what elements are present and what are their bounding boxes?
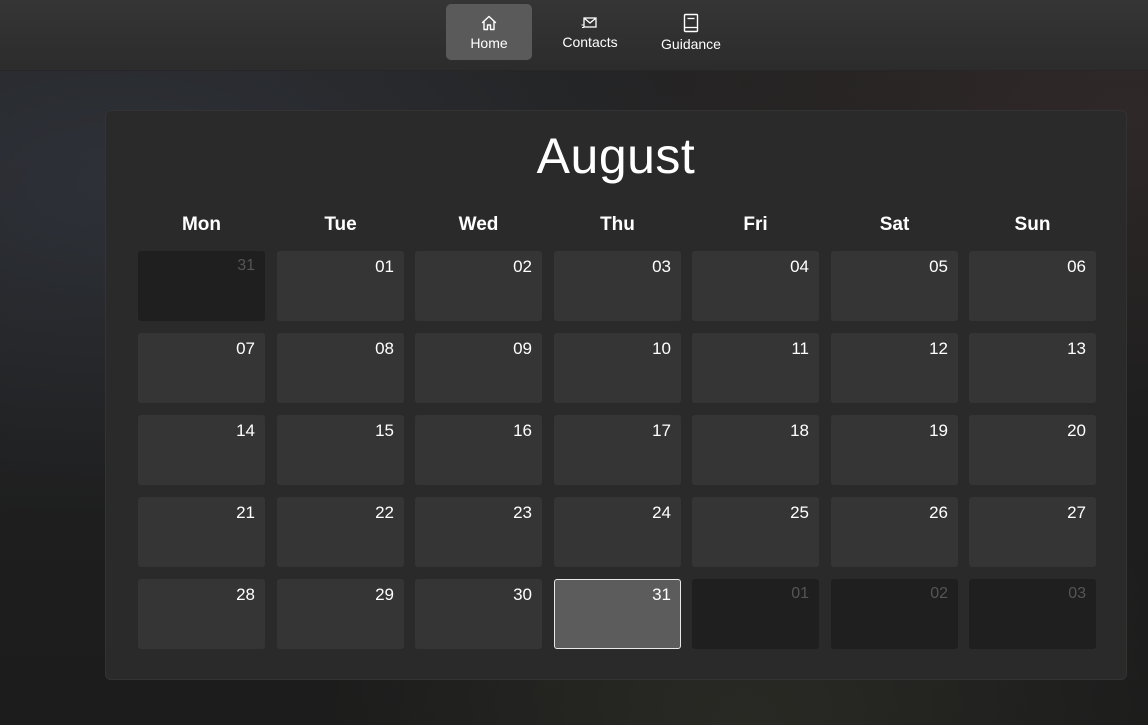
day-number: 03 [1068,585,1086,602]
day-number: 03 [652,257,671,276]
day-cell[interactable]: 28 [138,579,265,649]
weekday-thu: Thu [600,214,635,235]
day-cell[interactable]: 14 [138,415,265,485]
day-cell[interactable]: 02 [415,251,542,321]
day-number: 04 [790,257,809,276]
day-number: 28 [236,585,255,604]
day-number: 31 [237,257,255,274]
weekday-sun: Sun [1014,214,1051,235]
day-cell[interactable]: 27 [969,497,1096,567]
day-cell[interactable]: 19 [831,415,958,485]
day-cell[interactable]: 18 [692,415,819,485]
day-number: 01 [375,257,394,276]
nav-guidance-button[interactable]: Guidance [648,4,734,60]
day-number: 24 [652,503,671,522]
day-number: 21 [236,503,255,522]
day-number: 11 [791,339,809,358]
weekday-fri: Fri [743,214,768,235]
day-cell[interactable]: 20 [969,415,1096,485]
day-number: 02 [513,257,532,276]
day-cell[interactable]: 13 [969,333,1096,403]
day-cell[interactable]: 29 [277,579,404,649]
day-cell[interactable]: 10 [554,333,681,403]
day-number: 08 [375,339,394,358]
day-number: 16 [513,421,532,440]
day-number: 15 [375,421,394,440]
day-number: 26 [929,503,948,522]
nav-home-label: Home [470,34,508,51]
nav-home-button[interactable]: Home [446,4,532,60]
day-number: 30 [513,585,532,604]
day-number: 12 [929,339,948,358]
month-title: August [536,128,696,184]
day-cell-other-month: 03 [969,579,1096,649]
day-number: 17 [652,421,671,440]
day-cell[interactable]: 23 [415,497,542,567]
day-number: 05 [929,257,948,276]
day-cell[interactable]: 11 [692,333,819,403]
day-cell[interactable]: 21 [138,497,265,567]
day-number: 01 [791,585,809,602]
day-number: 06 [1067,257,1086,276]
day-cell-other-month: 01 [692,579,819,649]
weekday-sat: Sat [879,214,910,235]
day-cell[interactable]: 25 [692,497,819,567]
nav-guidance-label: Guidance [661,35,721,52]
day-cell[interactable]: 24 [554,497,681,567]
day-cell[interactable]: 08 [277,333,404,403]
day-number: 02 [930,585,948,602]
day-cell[interactable]: 15 [277,415,404,485]
day-number: 29 [375,585,394,604]
top-navigation: Home Contacts Guidance [0,0,1148,71]
day-number: 23 [513,503,532,522]
day-cell[interactable]: 12 [831,333,958,403]
calendar-panel: August Mon Tue Wed Thu Fri Sat Sun 31 01 02 03 04 0… [105,110,1127,680]
day-number: 25 [790,503,809,522]
day-cell[interactable]: 07 [138,333,265,403]
day-cell[interactable]: 30 [415,579,542,649]
day-cell[interactable]: 09 [415,333,542,403]
day-cell-other-month: 31 [138,251,265,321]
book-icon [682,13,700,33]
day-number: 22 [375,503,394,522]
day-number: 14 [236,421,255,440]
day-cell[interactable]: 16 [415,415,542,485]
day-number: 13 [1067,339,1086,358]
day-number: 18 [790,421,809,440]
day-cell[interactable]: 26 [831,497,958,567]
day-number: 31 [652,585,671,604]
day-number: 20 [1067,421,1086,440]
home-icon [480,14,498,32]
nav-contacts-button[interactable]: Contacts [548,4,632,60]
day-cell-selected[interactable]: 31 [554,579,681,649]
day-cell[interactable]: 03 [554,251,681,321]
day-cell[interactable]: 06 [969,251,1096,321]
day-number: 19 [929,421,948,440]
day-number: 07 [236,339,255,358]
day-number: 27 [1067,503,1086,522]
day-cell-other-month: 02 [831,579,958,649]
mail-icon [581,15,599,31]
day-cell[interactable]: 04 [692,251,819,321]
day-cell[interactable]: 17 [554,415,681,485]
day-cell[interactable]: 22 [277,497,404,567]
day-number: 10 [652,339,671,358]
weekday-tue: Tue [324,214,357,235]
nav-contacts-label: Contacts [562,33,618,50]
day-cell[interactable]: 01 [277,251,404,321]
weekday-wed: Wed [458,214,499,235]
day-number: 09 [513,339,532,358]
day-cell[interactable]: 05 [831,251,958,321]
weekday-mon: Mon [181,214,222,235]
